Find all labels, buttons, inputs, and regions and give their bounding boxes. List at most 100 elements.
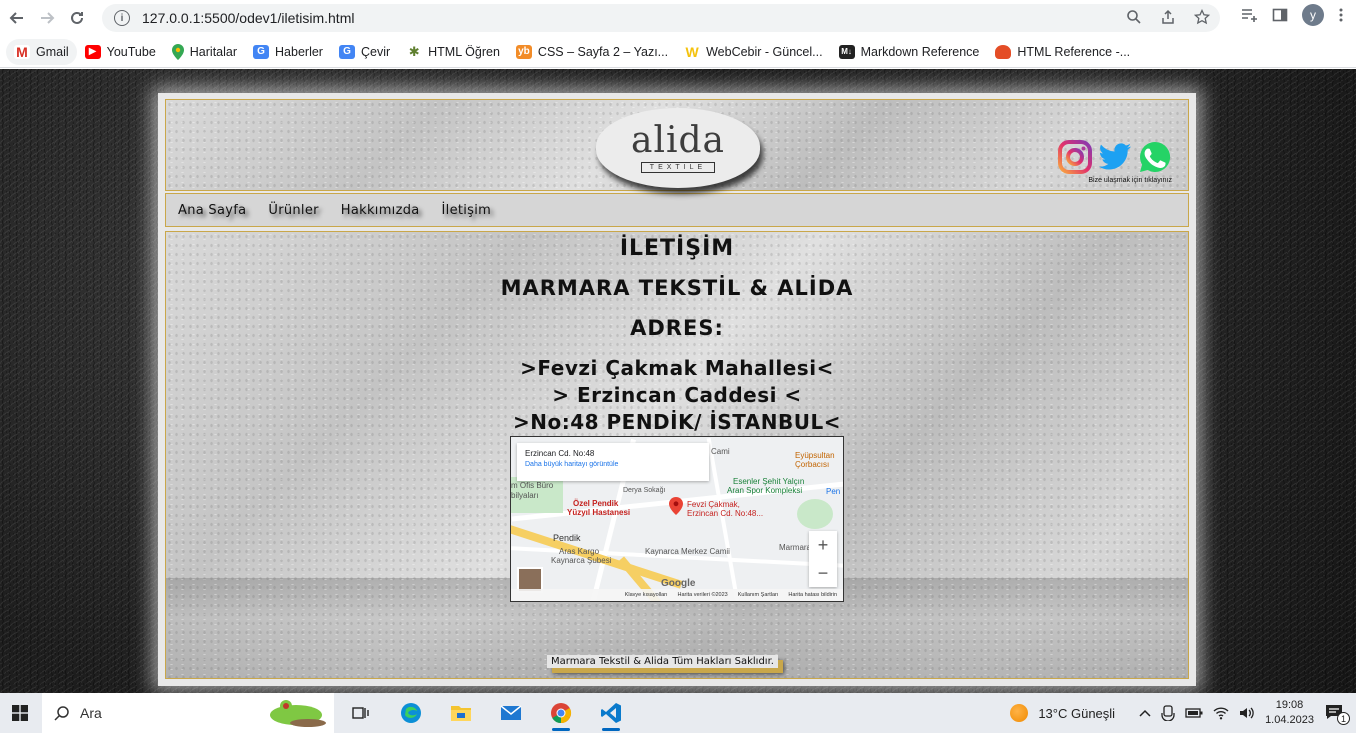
bookmark-maps[interactable]: Haritalar <box>164 39 245 65</box>
volume-icon[interactable] <box>1239 706 1255 720</box>
map-place-label: Kaynarca Şubesi <box>551 556 612 565</box>
nav-home[interactable]: Ana Sayfa <box>178 203 246 218</box>
address-line: >No:48 PENDİK/ İSTANBUL< <box>512 410 842 434</box>
bookmark-label: Haritalar <box>189 44 238 59</box>
notification-badge: 1 <box>1337 712 1350 725</box>
share-icon[interactable] <box>1160 9 1176 25</box>
bookmarks-bar: M Gmail ▶ YouTube Haritalar G Haberler G… <box>0 36 1356 68</box>
map-place-label: m Ofis Büro <box>511 481 554 490</box>
map-pin-label: Fevzi Çakmak, <box>687 500 740 509</box>
bookmark-html-ref[interactable]: HTML Reference -... <box>987 39 1138 65</box>
bookmark-webcebir[interactable]: W WebCebir - Güncel... <box>676 39 830 65</box>
system-tray: 13°C Güneşli 19:08 1.04.2023 1 <box>1010 693 1356 733</box>
mail-icon <box>500 705 522 720</box>
map-place-label: Eyüpsultan <box>795 451 835 460</box>
taskbar-clock[interactable]: 19:08 1.04.2023 <box>1265 698 1314 728</box>
zoom-icon[interactable] <box>1126 9 1142 25</box>
logo-name: alida <box>631 120 725 161</box>
instagram-icon <box>1058 140 1092 174</box>
reading-list-icon[interactable] <box>1240 7 1258 23</box>
bookmark-label: Markdown Reference <box>860 44 980 59</box>
bookmark-markdown[interactable]: M↓ Markdown Reference <box>831 39 988 65</box>
instagram-link[interactable] <box>1058 140 1092 174</box>
maps-icon <box>171 43 184 60</box>
battery-icon[interactable] <box>1185 707 1203 719</box>
map-pin-icon[interactable] <box>669 497 683 515</box>
taskbar-search[interactable]: Ara <box>42 693 334 733</box>
contact-content: İLETİŞİM MARMARA TEKSTİL & ALİDA ADRES: … <box>165 231 1189 679</box>
chevron-up-icon[interactable] <box>1139 708 1151 718</box>
map-place-label: Yüzyıl Hastanesi <box>567 508 631 517</box>
bookmark-label: WebCebir - Güncel... <box>706 44 823 59</box>
bookmark-gmail[interactable]: M Gmail <box>6 38 77 65</box>
map-footer-link[interactable]: Kullanım Şartları <box>738 592 779 598</box>
nav-products[interactable]: Ürünler <box>268 203 318 218</box>
taskbar-vscode[interactable] <box>586 693 636 733</box>
taskbar-chrome[interactable] <box>536 693 586 733</box>
address-bar[interactable]: i 127.0.0.1:5500/odev1/iletisim.html <box>102 4 1220 32</box>
forward-button[interactable] <box>32 3 62 33</box>
meet-icon[interactable] <box>1161 705 1175 721</box>
twitter-link[interactable] <box>1098 140 1132 174</box>
zoom-in-button[interactable]: + <box>818 535 829 556</box>
frog-highlight-icon <box>270 700 326 727</box>
map-zoom-controls: + − <box>809 531 837 587</box>
vscode-icon <box>601 703 621 723</box>
taskbar-file-explorer[interactable] <box>436 693 486 733</box>
map-place-label: Kaynarca Merkez Camii <box>645 547 730 556</box>
bookmark-css[interactable]: yb CSS – Sayfa 2 – Yazı... <box>508 39 676 65</box>
map-footer-link[interactable]: Harita hatası bildirin <box>788 592 837 598</box>
map-larger-link[interactable]: Daha büyük haritayı görüntüle <box>525 461 701 468</box>
notification-center-button[interactable]: 1 <box>1324 703 1350 725</box>
forward-arrow-icon <box>41 12 55 24</box>
map-place-label: Aras Kargo <box>559 547 600 556</box>
weather-text[interactable]: 13°C Güneşli <box>1038 706 1115 721</box>
nav-about[interactable]: Hakkımızda <box>341 203 420 218</box>
embedded-map[interactable]: Erzincan Cd. No:48 Daha büyük haritayı g… <box>510 436 844 602</box>
zoom-out-button[interactable]: − <box>818 563 829 584</box>
page-viewport: alida TEXTILE Bize ulaşmak için tıklayın… <box>0 69 1356 693</box>
start-button[interactable] <box>0 693 40 733</box>
whatsapp-link[interactable] <box>1138 140 1172 174</box>
bookmark-label: CSS – Sayfa 2 – Yazı... <box>537 44 669 59</box>
bookmark-html-learn[interactable]: ✱ HTML Öğren <box>398 39 508 65</box>
gmail-icon: M <box>14 44 30 60</box>
map-footer-link[interactable]: Klavye kısayolları <box>625 592 668 598</box>
bookmark-label: Çevir <box>360 44 391 59</box>
bookmark-label: HTML Reference -... <box>1017 44 1131 59</box>
map-place-label: Marmara <box>779 543 812 552</box>
html-ref-icon <box>995 44 1012 59</box>
site-container: alida TEXTILE Bize ulaşmak için tıklayın… <box>158 93 1196 686</box>
bookmark-translate[interactable]: G Çevir <box>331 39 398 65</box>
bookmark-youtube[interactable]: ▶ YouTube <box>77 39 164 65</box>
map-footer: Klavye kısayolları Harita verileri ©2023… <box>511 589 843 601</box>
company-name: MARMARA TEKSTİL & ALİDA <box>500 276 854 300</box>
nav-contact[interactable]: İletişim <box>442 203 492 218</box>
bookmark-news[interactable]: G Haberler <box>245 39 331 65</box>
reload-button[interactable] <box>62 3 92 33</box>
address-url[interactable]: 127.0.0.1:5500/odev1/iletisim.html <box>142 10 354 26</box>
site-logo[interactable]: alida TEXTILE <box>596 108 760 188</box>
menu-kebab-icon[interactable] <box>1338 7 1344 23</box>
side-panel-icon[interactable] <box>1272 7 1288 23</box>
back-button[interactable] <box>2 3 32 33</box>
site-header: alida TEXTILE Bize ulaşmak için tıklayın… <box>165 99 1189 191</box>
taskbar-mail[interactable] <box>486 693 536 733</box>
bug-icon: ✱ <box>406 44 423 59</box>
bookmark-label: Gmail <box>36 44 69 59</box>
taskbar-edge[interactable] <box>386 693 436 733</box>
search-icon <box>54 706 69 721</box>
profile-avatar[interactable]: y <box>1302 4 1324 26</box>
map-place-label: Cami <box>711 447 730 456</box>
map-place-label: Çorbacısı <box>795 460 830 469</box>
task-view-button[interactable] <box>336 693 386 733</box>
bookmark-star-icon[interactable] <box>1194 9 1210 25</box>
site-info-icon[interactable]: i <box>114 10 130 26</box>
map-card-title: Erzincan Cd. No:48 <box>525 449 595 458</box>
chrome-icon <box>551 703 572 724</box>
social-links <box>1058 140 1172 174</box>
wifi-icon[interactable] <box>1213 706 1229 720</box>
map-footer-text: Harita verileri ©2023 <box>677 592 728 598</box>
twitter-icon <box>1099 143 1131 170</box>
clock-date: 1.04.2023 <box>1265 714 1314 726</box>
